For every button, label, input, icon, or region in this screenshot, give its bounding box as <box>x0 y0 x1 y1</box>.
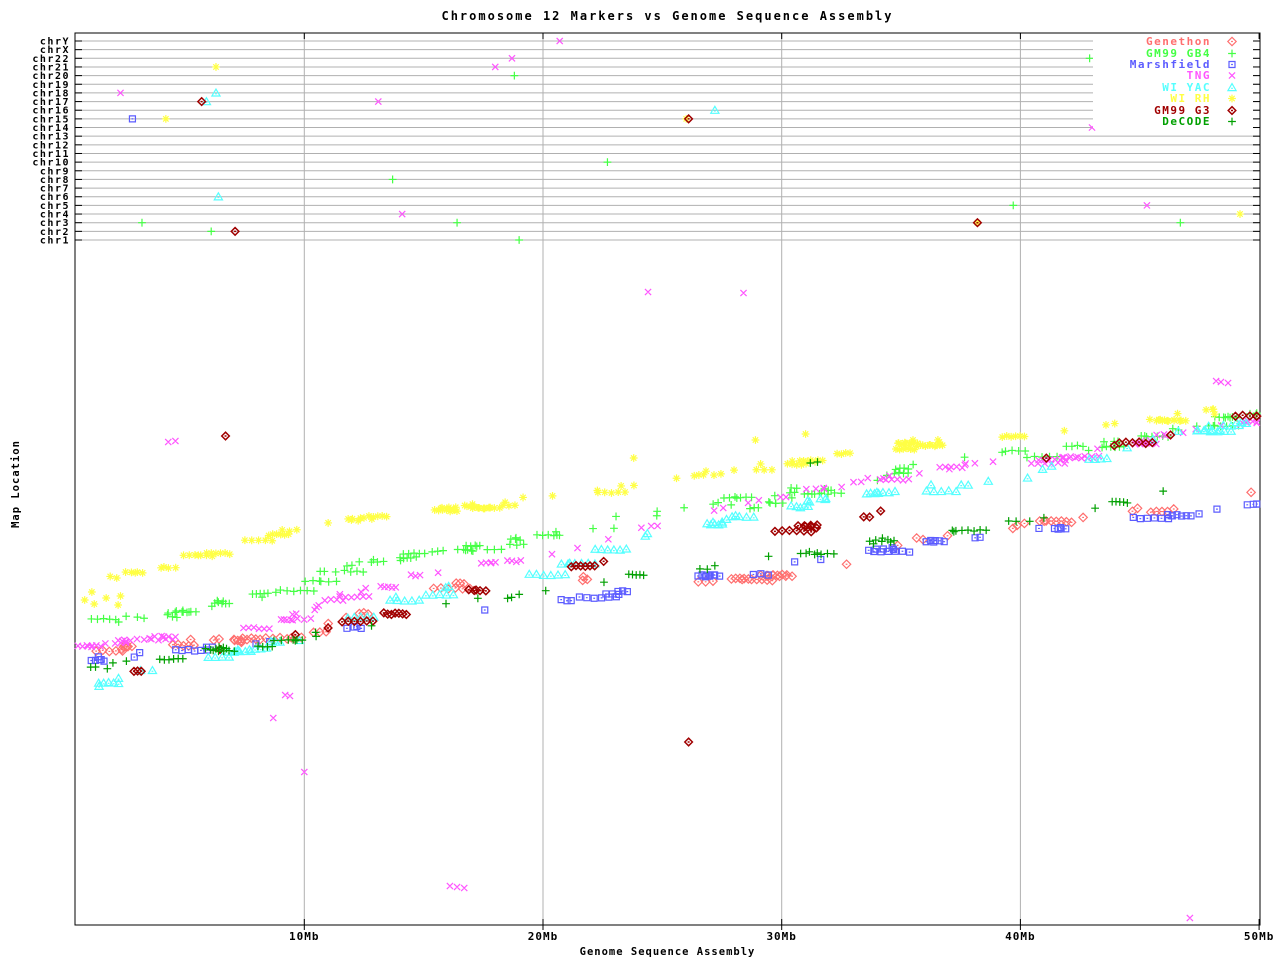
legend: Genethon GM99 GB4 Marshfield TNG WI YAC WI RH… <box>1093 35 1253 129</box>
figure: 10Mb 20Mb 30Mb 40Mb 50Mb chrY chrX chr22 chr21 ch… <box>0 0 1280 960</box>
gridlines <box>75 33 1260 925</box>
x-tick-label: 20Mb <box>528 930 559 943</box>
chromosome-row-label: chr1 <box>40 236 70 247</box>
plus-icon <box>1211 48 1253 59</box>
plot-area: 10Mb 20Mb 30Mb 40Mb 50MbchrYchrXchr22chr21ch… <box>32 32 1275 943</box>
y-axis-label: Map Location <box>10 440 22 528</box>
axes: 10Mb 20Mb 30Mb 40Mb 50MbchrYchrXchr22chr21ch… <box>32 32 1275 943</box>
x-tick-label: 10Mb <box>289 930 320 943</box>
star-icon <box>1211 93 1253 104</box>
legend-entry-marshfield: Marshfield <box>1093 59 1253 70</box>
legend-entry-genethon: Genethon <box>1093 36 1253 47</box>
legend-label: GM99 GB4 <box>1146 46 1211 60</box>
x-tick-label: 30Mb <box>766 930 797 943</box>
legend-label: Genethon <box>1146 35 1211 49</box>
series-marshfield <box>87 115 1261 665</box>
legend-label: DeCODE <box>1162 114 1211 128</box>
diamond-dot-icon <box>1211 36 1253 47</box>
plus-icon <box>1211 116 1253 127</box>
legend-label: Marshfield <box>1129 57 1211 71</box>
legend-entry-wi-rh: WI RH <box>1093 93 1253 104</box>
x-tick-label: 50Mb <box>1244 930 1275 943</box>
plot-border <box>74 32 1261 926</box>
scatter-points <box>87 115 1261 665</box>
legend-label: GM99 G3 <box>1154 103 1211 117</box>
cross-icon <box>1211 70 1253 81</box>
triangle-dot-icon <box>1211 82 1253 93</box>
legend-entry-tng: TNG <box>1093 70 1253 81</box>
scatter-points <box>129 96 1262 747</box>
legend-label: WI YAC <box>1162 80 1211 94</box>
square-dot-icon <box>1211 59 1253 70</box>
diamond-dark-icon <box>1211 105 1253 116</box>
legend-entry-decode: DeCODE <box>1093 116 1253 127</box>
x-axis-label: Genome Sequence Assembly <box>579 946 756 958</box>
series-gm99-g3 <box>129 96 1262 747</box>
chart-title: Chromosome 12 Markers vs Genome Sequence… <box>441 9 894 23</box>
legend-label: TNG <box>1186 69 1211 83</box>
x-tick-label: 40Mb <box>1005 930 1036 943</box>
legend-label: WI RH <box>1170 92 1211 106</box>
